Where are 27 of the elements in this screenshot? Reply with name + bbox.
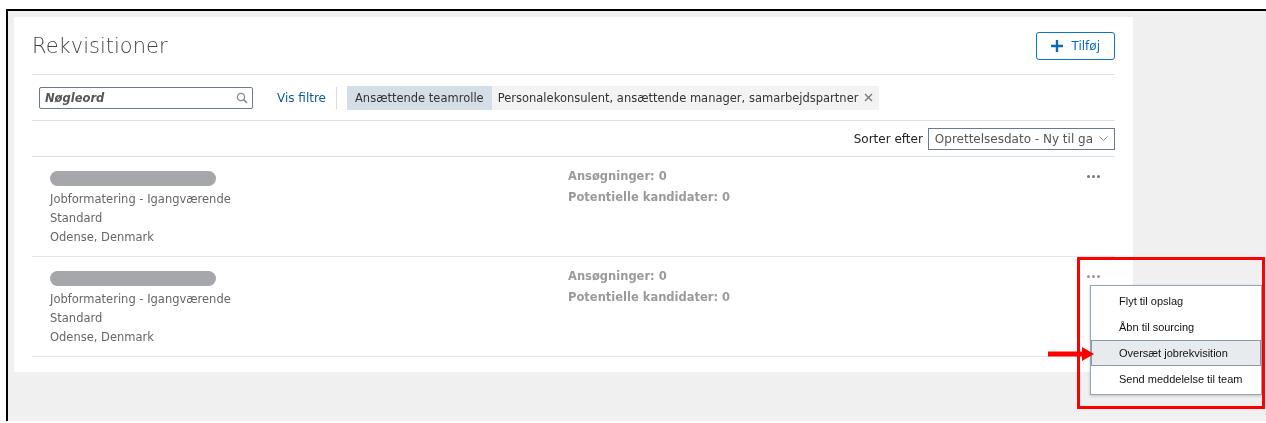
menu-item[interactable]: Oversæt jobrekvisition xyxy=(1091,340,1261,366)
page-title: Rekvisitioner xyxy=(32,33,168,58)
candidates-count: Potentielle kandidater: 0 xyxy=(568,290,732,304)
applications-count: Ansøgninger: 0 xyxy=(568,269,668,283)
close-icon[interactable] xyxy=(864,93,874,102)
location-text: Odense, Denmark xyxy=(50,330,155,344)
chevron-icon xyxy=(1099,135,1108,142)
menu-item[interactable]: Flyt til opslag xyxy=(1091,288,1261,314)
status-text: Jobformatering - Igangværende xyxy=(50,292,232,306)
template-text: Standard xyxy=(50,311,104,325)
plus-icon xyxy=(1051,39,1064,52)
menu-item[interactable]: Åbn til sourcing xyxy=(1091,314,1261,340)
filter-label: Ansættende teamrolle xyxy=(347,85,492,110)
add-button[interactable]: Tilføj xyxy=(1036,31,1115,60)
applications-count: Ansøgninger: 0 xyxy=(568,169,668,183)
candidates-count: Potentielle kandidater: 0 xyxy=(568,190,732,204)
pointer-arrow xyxy=(1048,347,1094,361)
search-icon xyxy=(236,91,248,104)
search-field[interactable]: Nøgleord xyxy=(39,86,253,109)
template-text: Standard xyxy=(50,211,104,225)
sort-dropdown[interactable]: Oprettelsesdato - Ny til ga xyxy=(927,127,1115,150)
menu-item[interactable]: Send meddelelse til team xyxy=(1091,366,1261,392)
status-text: Jobformatering - Igangværende xyxy=(50,192,232,206)
location-text: Odense, Denmark xyxy=(50,230,155,244)
show-filters-link[interactable]: Vis filtre xyxy=(277,86,337,109)
sort-label: Sorter efter xyxy=(853,131,923,146)
filter-value: Personalekonsulent, ansættende manager, samarbejdspartner xyxy=(496,89,860,107)
